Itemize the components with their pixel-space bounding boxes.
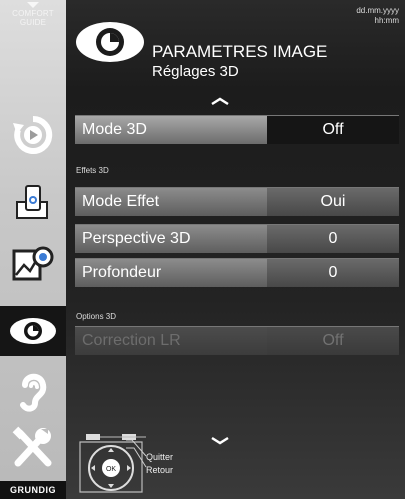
legend-exit: Quitter [146, 452, 174, 462]
row-value: Off [267, 327, 399, 355]
chevron-down-icon[interactable] [210, 436, 230, 446]
row-perspective-3d[interactable]: Perspective 3D 0 [75, 224, 399, 253]
tools-icon [12, 426, 52, 467]
eye-icon [76, 22, 144, 62]
ear-icon [20, 373, 47, 412]
sidebar: COMFORT GUIDE GRUNDIG [0, 0, 66, 499]
device-icon [16, 185, 48, 219]
row-label: Mode 3D [75, 116, 267, 144]
row-label: Perspective 3D [75, 225, 267, 253]
datetime: dd.mm.yyyy hh:mm [356, 6, 399, 26]
row-label: Mode Effet [75, 188, 267, 216]
sidebar-item-source[interactable] [0, 110, 66, 160]
row-value[interactable]: 0 [267, 259, 399, 287]
row-profondeur[interactable]: Profondeur 0 [75, 258, 399, 287]
time-text: hh:mm [374, 16, 399, 25]
sidebar-item-devices[interactable] [0, 180, 66, 226]
chevron-up-icon[interactable] [210, 96, 230, 106]
row-value[interactable]: Oui [267, 188, 399, 216]
comfort-guide-label-1: COMFORT [12, 9, 54, 18]
row-correction-lr: Correction LR Off [75, 326, 399, 355]
page-subtitle: Réglages 3D [152, 63, 239, 80]
row-mode-3d[interactable]: Mode 3D Off [75, 115, 399, 144]
row-label: Correction LR [75, 327, 267, 355]
sidebar-item-picture[interactable] [0, 240, 66, 290]
row-value[interactable]: 0 [267, 225, 399, 253]
sidebar-item-sound[interactable] [0, 366, 66, 416]
svg-text:OK: OK [106, 466, 116, 473]
row-value[interactable]: Off [267, 116, 399, 144]
row-mode-effet[interactable]: Mode Effet Oui [75, 187, 399, 216]
main-panel: dd.mm.yyyy hh:mm PARAMETRES IMAGE Réglag… [66, 0, 405, 499]
page-title: PARAMETRES IMAGE [152, 42, 328, 61]
eye-icon [10, 318, 56, 344]
source-play-icon [13, 115, 53, 154]
legend-connector-lines [126, 440, 147, 468]
legend-back: Retour [146, 465, 174, 475]
comfort-guide-label-2: GUIDE [19, 18, 47, 27]
section-header-3d-effects: Effets 3D [76, 166, 109, 175]
sidebar-item-setup[interactable] [0, 420, 66, 476]
tv-menu-screen: COMFORT GUIDE GRUNDIG dd.mm.yyyy hh:mm P… [0, 0, 405, 499]
comfort-guide-button[interactable]: COMFORT GUIDE [0, 2, 66, 27]
section-header-3d-options: Options 3D [76, 312, 117, 321]
date-text: dd.mm.yyyy [356, 6, 399, 15]
sidebar-item-3d-settings[interactable] [0, 306, 66, 356]
row-label: Profondeur [75, 259, 267, 287]
arrow-down-icon [27, 2, 39, 8]
picture-settings-icon [12, 246, 54, 281]
brand-logo: GRUNDIG [0, 481, 66, 499]
